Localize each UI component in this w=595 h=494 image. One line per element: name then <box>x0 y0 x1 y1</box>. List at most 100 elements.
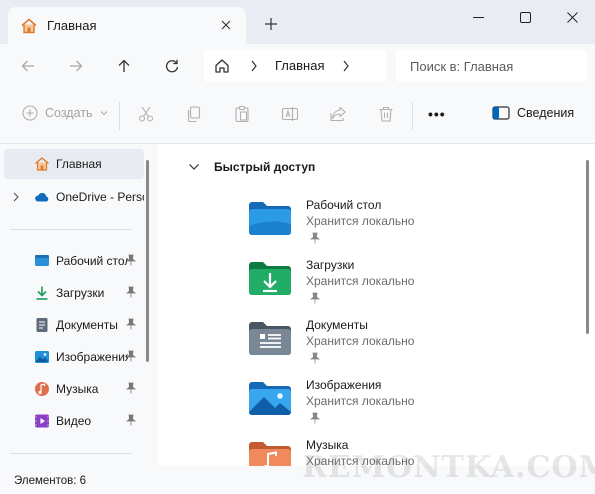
section-title: Быстрый доступ <box>214 160 316 174</box>
refresh-button[interactable] <box>160 54 184 78</box>
sidebar-scrollbar[interactable] <box>146 160 149 362</box>
sidebar-item-desktop[interactable]: Рабочий стол <box>4 246 144 276</box>
toolbar-divider <box>119 102 120 130</box>
watermark: REMONTKA.COM <box>302 450 595 485</box>
new-tab-button[interactable] <box>261 14 281 34</box>
folder-name: Документы <box>306 318 368 332</box>
toolbar-divider <box>412 102 413 130</box>
sidebar-item-label: Загрузки <box>56 286 105 300</box>
quick-access-header[interactable]: Быстрый доступ <box>188 160 315 174</box>
sidebar-item-label: Музыка <box>56 382 99 396</box>
pin-icon[interactable] <box>310 412 320 424</box>
cloud-icon <box>35 192 49 202</box>
up-button[interactable] <box>112 54 136 78</box>
chevron-right-icon[interactable] <box>250 60 258 72</box>
more-options-button[interactable]: ••• <box>428 106 446 122</box>
close-tab-icon[interactable] <box>216 15 236 35</box>
delete-button[interactable] <box>377 105 395 123</box>
forward-button[interactable] <box>64 54 88 78</box>
chevron-right-icon[interactable] <box>12 191 20 203</box>
details-label: Сведения <box>517 106 575 120</box>
pin-icon[interactable] <box>126 382 136 394</box>
refresh-icon <box>165 59 179 73</box>
chevron-right-icon[interactable] <box>342 60 350 72</box>
create-button[interactable]: Создать <box>22 105 109 121</box>
pin-icon[interactable] <box>310 232 320 244</box>
sidebar-item-label: Главная <box>56 157 102 171</box>
folder-name: Рабочий стол <box>306 198 382 212</box>
address-bar[interactable]: Главная <box>204 50 386 82</box>
pin-icon[interactable] <box>310 292 320 304</box>
paste-icon <box>235 105 249 123</box>
search-input[interactable]: Поиск в: Главная <box>396 50 587 82</box>
pictures-folder-icon <box>249 382 291 415</box>
sidebar-item-onedrive[interactable]: OneDrive - Personal <box>4 182 144 212</box>
main-scrollbar[interactable] <box>586 160 589 334</box>
rename-button[interactable] <box>281 105 299 123</box>
pin-icon[interactable] <box>126 286 136 298</box>
folder-name: Загрузки <box>306 258 355 272</box>
sidebar-item-label: Изображения <box>56 350 128 364</box>
tab-title: Главная <box>47 18 97 33</box>
scissors-icon <box>138 106 154 122</box>
chevron-down-icon <box>189 164 199 170</box>
downloads-folder-icon <box>249 262 291 295</box>
arrow-right-icon <box>70 60 83 72</box>
close-window-button[interactable] <box>549 4 595 30</box>
documents-icon <box>36 318 48 332</box>
pin-icon[interactable] <box>126 350 136 362</box>
sidebar-divider <box>10 453 132 454</box>
sidebar-item-label: Рабочий стол <box>56 254 128 268</box>
minimize-button[interactable] <box>455 4 501 30</box>
share-icon <box>330 106 346 122</box>
copy-button[interactable] <box>185 105 203 123</box>
share-button[interactable] <box>329 105 347 123</box>
create-label: Создать <box>45 106 93 120</box>
folder-item-documents[interactable]: Документы Хранится локально <box>248 318 548 374</box>
details-button[interactable]: Сведения <box>492 105 574 121</box>
navigation-pane: Главная OneDrive - Personal Рабочий стол… <box>0 144 158 466</box>
tab-home[interactable]: Главная <box>8 7 246 44</box>
plus-circle-icon <box>22 105 38 121</box>
download-icon <box>36 286 48 300</box>
sidebar-item-label: OneDrive - Personal <box>56 190 144 204</box>
home-icon <box>21 18 37 33</box>
pin-icon[interactable] <box>126 318 136 330</box>
arrow-up-icon <box>118 59 130 72</box>
folder-item-pictures[interactable]: Изображения Хранится локально <box>248 378 548 434</box>
sidebar-item-music[interactable]: Музыка <box>4 374 144 404</box>
trash-icon <box>379 106 393 122</box>
folder-status: Хранится локально <box>306 334 415 348</box>
pin-icon[interactable] <box>126 254 136 266</box>
breadcrumb[interactable]: Главная <box>275 58 324 73</box>
main-pane: Быстрый доступ Рабочий стол Хранится лок… <box>158 144 595 475</box>
copy-icon <box>187 106 201 123</box>
sidebar-item-videos[interactable]: Видео <box>4 406 144 436</box>
plus-icon <box>265 18 277 30</box>
chevron-down-icon <box>100 111 107 116</box>
sidebar-item-label: Документы <box>56 318 118 332</box>
folder-item-downloads[interactable]: Загрузки Хранится локально <box>248 258 548 314</box>
minimize-icon <box>472 16 484 18</box>
folder-status: Хранится локально <box>306 214 415 228</box>
sidebar-item-documents[interactable]: Документы <box>4 310 144 340</box>
back-button[interactable] <box>16 54 40 78</box>
desktop-folder-icon <box>249 202 291 235</box>
home-outline-icon[interactable] <box>214 58 230 74</box>
pin-icon[interactable] <box>126 414 136 426</box>
sidebar-item-pictures[interactable]: Изображения <box>4 342 144 372</box>
maximize-button[interactable] <box>502 4 548 30</box>
paste-button[interactable] <box>233 105 251 123</box>
sidebar-item-label: Видео <box>56 414 92 428</box>
folder-name: Изображения <box>306 378 382 392</box>
folder-status: Хранится локально <box>306 274 415 288</box>
item-count: Элементов: 6 <box>14 475 87 487</box>
cut-button[interactable] <box>137 105 155 123</box>
pin-icon[interactable] <box>310 352 320 364</box>
sidebar-item-home[interactable]: Главная <box>4 149 144 179</box>
folder-item-desktop[interactable]: Рабочий стол Хранится локально <box>248 198 548 254</box>
folder-status: Хранится локально <box>306 394 415 408</box>
desktop-icon <box>35 255 49 266</box>
sidebar-item-downloads[interactable]: Загрузки <box>4 278 144 308</box>
search-placeholder: Поиск в: Главная <box>410 59 514 74</box>
